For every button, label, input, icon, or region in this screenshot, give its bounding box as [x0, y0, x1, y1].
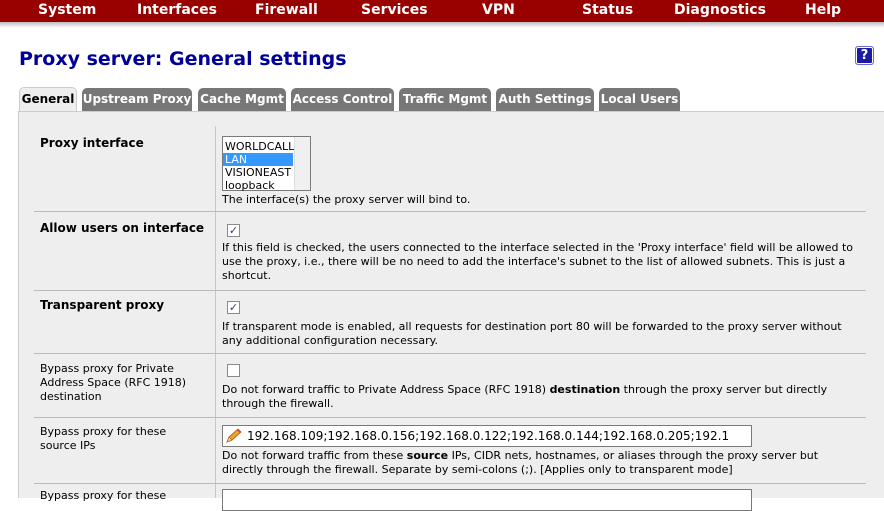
- nav-shadow: [0, 22, 884, 28]
- tab-local-users[interactable]: Local Users: [599, 88, 680, 111]
- allow-users-checkbox[interactable]: ✓: [227, 224, 240, 237]
- proxy-interface-label: Proxy interface: [40, 136, 144, 150]
- nav-help[interactable]: Help: [805, 2, 841, 18]
- tab-traffic-mgmt[interactable]: Traffic Mgmt: [399, 88, 491, 111]
- transparent-proxy-checkbox[interactable]: ✓: [227, 301, 240, 314]
- row-divider: [34, 483, 866, 484]
- nav-status[interactable]: Status: [582, 2, 633, 18]
- bypass-private-label: Bypass proxy for Private Address Space (…: [40, 362, 187, 403]
- row-divider: [34, 290, 866, 291]
- bypass-source-input[interactable]: 192.168.109;192.168.0.156;192.168.0.122;…: [222, 425, 752, 447]
- proxy-interface-select[interactable]: WORLDCALL LAN VISIONEAST loopback: [222, 136, 311, 192]
- nav-system[interactable]: System: [38, 2, 96, 18]
- interface-option-lan[interactable]: LAN: [223, 153, 293, 166]
- bypass-private-desc-pre: Do not forward traffic to Private Addres…: [222, 383, 550, 396]
- interface-option-visioneast[interactable]: VISIONEAST: [223, 166, 293, 179]
- interface-option-worldcall[interactable]: WORLDCALL: [223, 140, 294, 153]
- tab-cache-mgmt[interactable]: Cache Mgmt: [198, 88, 286, 111]
- nav-services[interactable]: Services: [361, 2, 428, 18]
- listbox-scrollbar[interactable]: [294, 137, 310, 190]
- bypass-source-description: Do not forward traffic from these source…: [222, 449, 842, 477]
- pencil-icon: [226, 428, 242, 443]
- nav-interfaces[interactable]: Interfaces: [137, 2, 217, 18]
- help-icon[interactable]: ?: [855, 46, 874, 65]
- row-divider: [34, 211, 866, 212]
- allow-users-label: Allow users on interface: [40, 221, 205, 235]
- bypass-dest-label: Bypass proxy for these: [40, 489, 167, 502]
- bypass-source-label: Bypass proxy for these source IPs: [40, 425, 167, 452]
- nav-firewall[interactable]: Firewall: [255, 2, 318, 18]
- nav-diagnostics[interactable]: Diagnostics: [674, 2, 766, 18]
- bypass-source-desc-pre: Do not forward traffic from these: [222, 449, 407, 462]
- tab-general[interactable]: General: [19, 87, 77, 112]
- bypass-private-description: Do not forward traffic to Private Addres…: [222, 383, 842, 411]
- top-nav-bar: System Interfaces Firewall Services VPN …: [0, 0, 884, 22]
- tab-upstream-proxy[interactable]: Upstream Proxy: [82, 88, 192, 111]
- column-divider: [215, 126, 216, 498]
- allow-users-description: If this field is checked, the users conn…: [222, 241, 854, 282]
- bypass-private-desc-bold: destination: [549, 383, 621, 396]
- bypass-source-value: 192.168.109;192.168.0.156;192.168.0.122;…: [247, 429, 730, 443]
- interface-option-loopback[interactable]: loopback: [223, 179, 293, 192]
- bypass-dest-input[interactable]: [222, 489, 752, 511]
- page-title: Proxy server: General settings: [19, 48, 347, 70]
- proxy-interface-description: The interface(s) the proxy server will b…: [222, 193, 471, 206]
- bypass-source-desc-bold: source: [406, 449, 449, 462]
- tab-auth-settings[interactable]: Auth Settings: [496, 88, 594, 111]
- tab-access-control[interactable]: Access Control: [291, 88, 394, 111]
- row-divider: [34, 353, 866, 354]
- row-divider: [34, 417, 866, 418]
- nav-vpn[interactable]: VPN: [482, 2, 515, 18]
- bypass-private-checkbox[interactable]: [227, 364, 240, 377]
- transparent-proxy-description: If transparent mode is enabled, all requ…: [222, 320, 842, 347]
- transparent-proxy-label: Transparent proxy: [40, 298, 165, 312]
